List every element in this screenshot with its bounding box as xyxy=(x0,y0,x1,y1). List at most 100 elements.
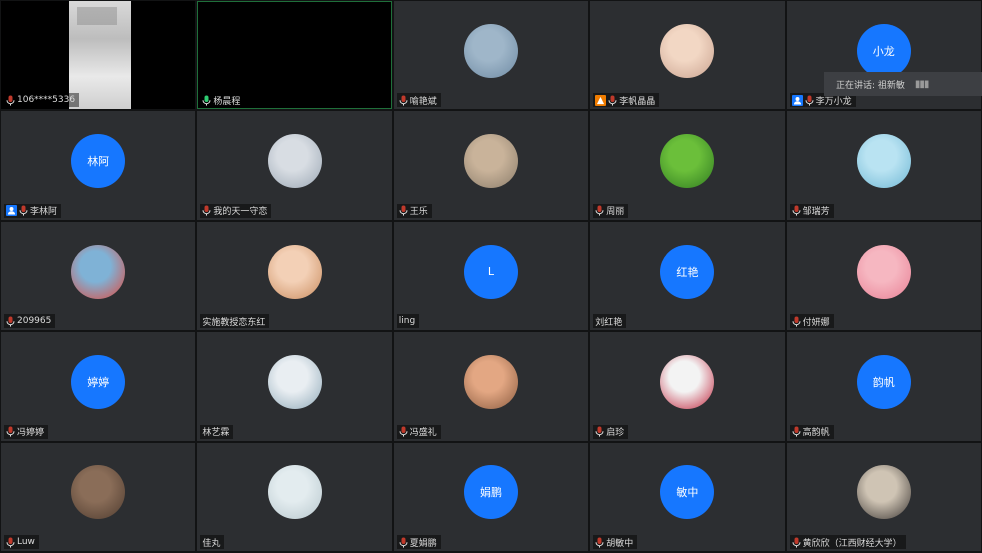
avatar-initials: 韵帆 xyxy=(872,376,895,390)
participant-tile[interactable]: 韵帆高韵帆 xyxy=(786,332,981,441)
participant-tile[interactable]: 黄欣欣（江西财经大学） xyxy=(786,442,981,551)
participant-name: 李帆晶晶 xyxy=(619,96,656,107)
speaking-indicator: 正在讲话: 祖新敏 ▮▮▮ xyxy=(824,72,982,96)
participant-name-label: 209965 xyxy=(4,314,56,329)
participant-name-label: 林艺霖 xyxy=(200,424,234,439)
mic-icon xyxy=(792,537,801,548)
participant-name: 高韵帆 xyxy=(802,428,830,439)
participant-tile[interactable]: 周丽 xyxy=(590,111,785,220)
participant-tile[interactable]: 邹瑞芳 xyxy=(786,111,981,220)
avatar: 婷婷 xyxy=(71,355,126,410)
participant-tile[interactable]: 李帆晶晶 xyxy=(590,1,785,110)
avatar xyxy=(463,355,518,410)
participant-tile[interactable]: 娟鹏夏娟鹏 xyxy=(393,442,589,551)
participant-tile[interactable]: 我的天一守恋 xyxy=(197,111,392,220)
participant-name: 刘红艳 xyxy=(595,317,623,328)
mic-icon xyxy=(19,205,28,216)
mic-icon xyxy=(595,426,604,437)
participant-name: 杨晨程 xyxy=(213,96,241,107)
participant-tile[interactable]: 红艳刘红艳 xyxy=(590,221,785,331)
mic-icon xyxy=(399,537,408,548)
avatar: L xyxy=(463,244,518,299)
participant-name-label: 杨晨程 xyxy=(200,93,245,108)
participant-name-label: 冯盛礼 xyxy=(396,424,441,439)
participant-name-label: 106****5336 xyxy=(4,93,80,108)
participant-tile[interactable]: 林艺霖 xyxy=(197,332,392,441)
participant-name-label: 周丽 xyxy=(593,203,629,218)
participant-tile[interactable]: 婷婷冯婷婷 xyxy=(1,332,196,441)
avatar xyxy=(267,134,322,189)
mic-icon xyxy=(399,426,408,437)
participant-tile[interactable]: 冯盛礼 xyxy=(393,332,589,441)
avatar xyxy=(463,134,518,189)
participant-name: 106****5336 xyxy=(17,95,76,106)
avatar xyxy=(267,465,322,520)
participant-name: 实施教授恋东红 xyxy=(202,317,266,328)
mic-icon xyxy=(792,205,801,216)
participant-tile[interactable]: 启珍 xyxy=(590,332,785,441)
participant-name: 冯盛礼 xyxy=(409,428,437,439)
participant-name: 佳丸 xyxy=(202,538,221,549)
mic-icon xyxy=(6,537,15,548)
mic-icon xyxy=(6,316,15,327)
avatar: 敏中 xyxy=(660,465,715,520)
participant-name: 我的天一守恋 xyxy=(213,207,268,218)
avatar xyxy=(856,244,911,299)
mic-speaking-icon xyxy=(202,95,211,106)
avatar-initials: L xyxy=(487,265,495,279)
avatar-initials: 林阿 xyxy=(87,155,110,169)
avatar xyxy=(71,465,126,520)
participant-name: ling xyxy=(398,316,416,327)
mic-icon xyxy=(805,95,814,106)
participant-name-label: 黄欣欣（江西财经大学） xyxy=(789,535,906,549)
participant-tile[interactable]: 实施教授恋东红 xyxy=(197,221,392,331)
participant-name: 启珍 xyxy=(606,428,625,439)
avatar xyxy=(856,134,911,189)
avatar xyxy=(660,23,715,78)
participant-name: 王乐 xyxy=(409,207,428,218)
mic-icon xyxy=(595,205,604,216)
participant-tile[interactable]: Lling xyxy=(393,221,589,331)
participant-tile[interactable]: 106****5336 xyxy=(1,1,196,110)
mic-icon xyxy=(792,316,801,327)
participant-name: 胡敏中 xyxy=(606,538,634,549)
participant-tile[interactable]: 王乐 xyxy=(393,111,589,220)
participant-tile[interactable]: 209965 xyxy=(1,221,196,331)
mic-icon xyxy=(792,426,801,437)
mic-icon xyxy=(608,95,617,106)
participant-tile[interactable]: Luw xyxy=(1,442,196,551)
participant-name-label: 李帆晶晶 xyxy=(593,93,660,108)
participant-name: 冯婷婷 xyxy=(17,428,45,439)
participant-name-label: 我的天一守恋 xyxy=(200,203,272,218)
mic-icon xyxy=(399,95,408,106)
avatar: 韵帆 xyxy=(856,355,911,410)
mic-icon xyxy=(6,426,15,437)
participant-name-label: 高韵帆 xyxy=(789,424,834,439)
participant-tile[interactable]: 付妍娜 xyxy=(786,221,981,331)
participant-name-label: 刘红艳 xyxy=(593,314,627,329)
host-badge-icon xyxy=(791,94,803,106)
participant-tile[interactable]: 林阿 李林阿 xyxy=(1,111,196,220)
mic-icon xyxy=(202,205,211,216)
host-badge-icon xyxy=(6,205,17,217)
participant-tile[interactable]: 杨晨程 xyxy=(197,1,392,110)
participant-name-label: 邹瑞芳 xyxy=(789,203,834,218)
avatar-initials: 娟鹏 xyxy=(479,486,502,500)
participant-name-label: 喻艳斌 xyxy=(396,93,441,108)
participant-name-label: 夏娟鹏 xyxy=(396,535,441,549)
avatar xyxy=(660,355,715,410)
avatar xyxy=(660,134,715,189)
participant-tile[interactable]: 敏中胡敏中 xyxy=(590,442,785,551)
participant-name-label: ling xyxy=(396,314,420,329)
participant-name: 黄欣欣（江西财经大学） xyxy=(802,538,902,549)
participant-tile[interactable]: 喻艳斌 xyxy=(393,1,589,110)
avatar-initials: 红艳 xyxy=(676,265,699,279)
audio-level-icon: ▮▮▮ xyxy=(914,78,929,90)
avatar xyxy=(71,244,126,299)
avatar: 娟鹏 xyxy=(463,465,518,520)
speaking-indicator-text: 正在讲话: 祖新敏 xyxy=(836,80,905,91)
mic-icon xyxy=(595,537,604,548)
participant-tile[interactable]: 佳丸 xyxy=(197,442,392,551)
participant-name: Luw xyxy=(17,537,35,547)
avatar-initials: 敏中 xyxy=(676,486,699,500)
